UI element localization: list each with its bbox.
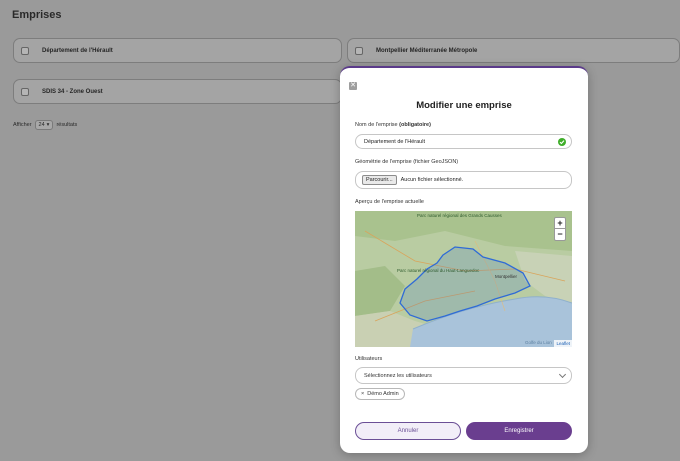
card-label: SDIS 34 - Zone Ouest — [42, 88, 103, 95]
map-label: Parc naturel régional du Haut-Languedoc — [397, 268, 480, 273]
close-icon[interactable]: ✕ — [349, 82, 357, 90]
modal-title: Modifier une emprise — [416, 100, 512, 111]
chevron-down-icon: ▾ — [46, 122, 50, 128]
pager-suffix: résultats — [56, 122, 78, 128]
page-size-value: 24 — [38, 122, 45, 128]
cancel-button[interactable]: Annuler — [355, 422, 461, 440]
card-label: Montpellier Méditerranée Métropole — [376, 47, 478, 54]
map-label: Golfe du Lion — [525, 340, 552, 345]
no-file-text: Aucun fichier sélectionné. — [400, 177, 464, 183]
map-attribution-link[interactable]: Leaflet — [554, 340, 572, 347]
page-size-select[interactable]: 24 ▾ — [34, 120, 54, 130]
name-label-text: Nom de l'emprise — [355, 122, 398, 128]
browse-button[interactable]: Parcourir... — [362, 175, 397, 185]
chevron-down-icon — [558, 370, 567, 379]
geometry-label: Géométrie de l'emprise (fichier GeoJSON) — [355, 159, 459, 165]
map-label: Parc naturel régional des Grands Causses — [417, 213, 502, 218]
name-input-value: Département de l'Hérault — [364, 138, 425, 145]
page-title: Emprises — [12, 9, 62, 21]
emprise-card[interactable]: Montpellier Méditerranée Métropole — [347, 38, 680, 63]
required-marker: (obligatoire) — [399, 122, 431, 128]
edit-emprise-modal: ✕ Modifier une emprise Nom de l'emprise … — [340, 66, 588, 453]
save-button[interactable]: Enregistrer — [466, 422, 572, 440]
name-input[interactable]: Département de l'Hérault — [355, 134, 572, 149]
pager: Afficher 24 ▾ résultats — [13, 120, 77, 130]
selected-user-tag: × Démo Admin — [355, 388, 405, 400]
users-label: Utilisateurs — [355, 356, 383, 362]
card-checkbox[interactable] — [21, 46, 29, 55]
card-checkbox[interactable] — [21, 87, 29, 96]
zoom-out-button[interactable]: − — [554, 229, 566, 241]
selected-user-name: Démo Admin — [367, 391, 399, 397]
users-placeholder: Sélectionnez les utilisateurs — [364, 372, 432, 379]
check-icon — [558, 138, 566, 146]
zoom-in-button[interactable]: + — [554, 217, 566, 229]
map-preview[interactable]: Parc naturel régional des Grands Causses… — [355, 211, 572, 347]
card-checkbox[interactable] — [355, 46, 363, 55]
name-label: Nom de l'emprise (obligatoire) — [355, 122, 431, 128]
pager-prefix: Afficher — [13, 122, 32, 128]
map-label: Montpellier — [495, 274, 518, 279]
users-select[interactable]: Sélectionnez les utilisateurs — [355, 367, 572, 384]
preview-label: Aperçu de l'emprise actuelle — [355, 199, 424, 205]
card-label: Département de l'Hérault — [42, 47, 113, 54]
emprise-card[interactable]: Département de l'Hérault — [13, 38, 342, 63]
emprise-card[interactable]: SDIS 34 - Zone Ouest — [13, 79, 342, 104]
map-tiles — [355, 211, 572, 347]
geojson-file-input[interactable]: Parcourir... Aucun fichier sélectionné. — [355, 171, 572, 189]
remove-tag-icon[interactable]: × — [361, 391, 364, 397]
